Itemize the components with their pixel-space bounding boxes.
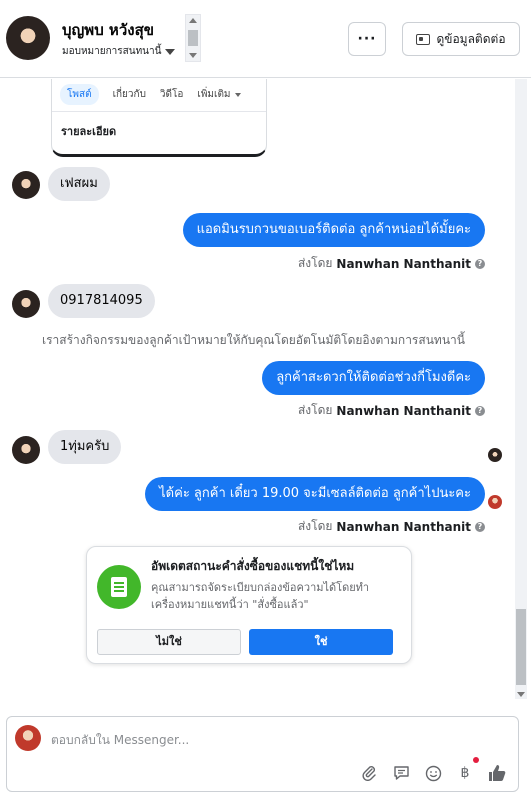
scroll-up-icon[interactable]: [189, 18, 197, 23]
more-options-button[interactable]: ···: [348, 22, 386, 56]
preview-tab-posts[interactable]: โพสต์: [60, 84, 99, 105]
preview-tab-about[interactable]: เกี่ยวกับ: [113, 87, 146, 102]
scroll-thumb[interactable]: [516, 609, 526, 685]
scroll-thumb[interactable]: [188, 30, 198, 46]
order-receipt-icon: [97, 565, 141, 609]
outgoing-message[interactable]: ลูกค้าสะดวกให้ติดต่อช่วงกี่โมงดีคะ: [262, 361, 485, 395]
preview-tabs: โพสต์ เกี่ยวกับ วิดีโอ เพิ่มเติม: [52, 79, 266, 112]
page-preview-card[interactable]: โพสต์ เกี่ยวกับ วิดีโอ เพิ่มเติม รายละเอ…: [51, 79, 267, 157]
customer-avatar[interactable]: [12, 436, 40, 464]
customer-avatar[interactable]: [12, 171, 40, 199]
seen-avatar: [488, 448, 502, 462]
reply-input[interactable]: ตอบกลับใน Messenger...: [51, 731, 189, 750]
sent-by-line: ส่งโดย Nanwhan Nanthanit ?: [298, 254, 485, 273]
reply-composer: ตอบกลับใน Messenger... ฿: [6, 716, 519, 792]
preview-tab-more-label: เพิ่มเติม: [197, 89, 231, 100]
info-icon[interactable]: ?: [475, 521, 485, 532]
notification-dot: [473, 757, 479, 763]
assign-label: มอบหมายการสนทนานี้: [62, 46, 162, 57]
system-note: เราสร้างกิจกรรมของลูกค้าเป้าหมายให้กับคุ…: [42, 333, 465, 347]
outgoing-message[interactable]: แอดมินรบกวนขอเบอร์ติดต่อ ลูกค้าหน่อยได้ม…: [182, 213, 485, 247]
sender-name: Nanwhan Nanthanit: [336, 256, 471, 271]
order-status-prompt: อัพเดตสถานะคำสั่งซื้อของแชทนี้ใช่ไหม คุณ…: [86, 546, 412, 664]
sent-by-prefix: ส่งโดย: [297, 403, 333, 417]
incoming-message[interactable]: 0917814095: [48, 284, 155, 318]
assign-dropdown[interactable]: มอบหมายการสนทนานี้: [62, 44, 176, 59]
message-thread[interactable]: โพสต์ เกี่ยวกับ วิดีโอ เพิ่มเติม รายละเอ…: [0, 79, 531, 705]
sent-by-prefix: ส่งโดย: [297, 519, 333, 533]
preview-tab-more[interactable]: เพิ่มเติม: [197, 87, 241, 102]
chevron-down-icon: [234, 92, 241, 97]
payment-icon[interactable]: ฿: [455, 763, 475, 783]
sent-by-prefix: ส่งโดย: [297, 256, 333, 270]
sent-by-line: ส่งโดย Nanwhan Nanthanit ?: [298, 517, 485, 536]
customer-name[interactable]: บุญพบ หวังสุข: [62, 18, 154, 42]
preview-detail-heading: รายละเอียด: [61, 125, 117, 138]
view-contact-label: ดูข้อมูลติดต่อ: [436, 31, 506, 46]
thumbs-up-icon[interactable]: [487, 763, 507, 783]
info-icon[interactable]: ?: [475, 258, 485, 269]
scroll-down-icon[interactable]: [189, 53, 197, 58]
chevron-down-icon: [165, 48, 176, 55]
info-icon[interactable]: ?: [475, 405, 485, 416]
order-prompt-title: อัพเดตสถานะคำสั่งซื้อของแชทนี้ใช่ไหม: [151, 559, 355, 573]
incoming-message[interactable]: 1ทุ่มครับ: [48, 430, 122, 464]
no-button[interactable]: ไม่ใช่: [97, 629, 241, 655]
sender-name: Nanwhan Nanthanit: [336, 519, 471, 534]
page-avatar: [15, 725, 41, 751]
seen-avatar: [488, 495, 502, 509]
order-prompt-description: คุณสามารถจัดระเบียบกล่องข้อความได้โดยทำเ…: [151, 581, 370, 611]
scroll-down-icon[interactable]: [517, 692, 525, 697]
header-scrollbar[interactable]: [185, 14, 201, 62]
sender-name: Nanwhan Nanthanit: [336, 403, 471, 418]
preview-tab-videos[interactable]: วิดีโอ: [160, 87, 184, 102]
outgoing-message[interactable]: ได้ค่ะ ลูกค้า เดี๋ยว 19.00 จะมีเซลล์ติดต…: [145, 477, 485, 511]
thread-scrollbar[interactable]: [515, 79, 527, 699]
view-contact-button[interactable]: ดูข้อมูลติดต่อ: [402, 22, 520, 56]
emoji-icon[interactable]: [423, 763, 443, 783]
paperclip-icon[interactable]: [359, 763, 379, 783]
contact-card-icon: [416, 33, 431, 45]
customer-avatar[interactable]: [6, 16, 50, 60]
conversation-header: บุญพบ หวังสุข มอบหมายการสนทนานี้ ··· ดูข…: [0, 0, 531, 78]
yes-button[interactable]: ใช่: [249, 629, 393, 655]
sent-by-line: ส่งโดย Nanwhan Nanthanit ?: [298, 401, 485, 420]
saved-reply-icon[interactable]: [391, 763, 411, 783]
customer-avatar[interactable]: [12, 290, 40, 318]
incoming-message[interactable]: เฟสผม: [48, 167, 110, 201]
